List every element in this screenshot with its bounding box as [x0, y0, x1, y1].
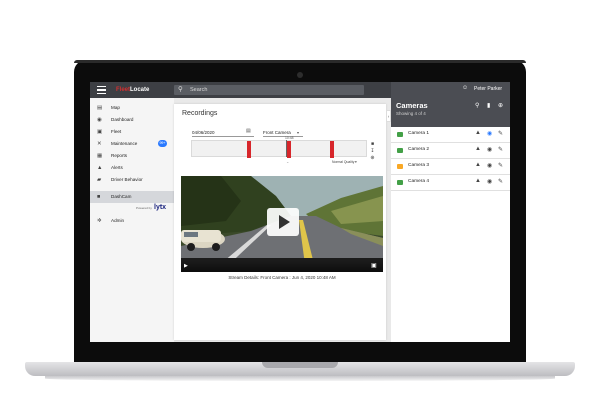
- cameras-header: ☺ Peter Parker Cameras Showing 4 of 4 ⚲ …: [391, 82, 510, 127]
- chevron-down-icon: ▾: [297, 130, 300, 135]
- video-camera-icon: [397, 164, 403, 169]
- video-camera-icon: [397, 180, 403, 185]
- zoom-icon[interactable]: ⊕: [370, 156, 375, 161]
- video-player[interactable]: ▶ ▣: [181, 176, 383, 272]
- stream-details: Stream Details: Front Camera : Jun 4, 20…: [228, 275, 336, 280]
- search-icon[interactable]: ⚲: [475, 102, 479, 109]
- sidebar: ▤ Map ◉ Dashboard ▣ Fleet ✕ Maintenance 99+ ▦…: [90, 98, 174, 342]
- reports-icon: ▦: [97, 153, 103, 159]
- bookmark-icon[interactable]: ▮: [487, 102, 490, 109]
- laptop-shadow: [45, 376, 555, 381]
- driver-behavior-icon: ▰: [97, 177, 102, 183]
- edit-icon[interactable]: ✎: [498, 162, 503, 169]
- laptop-notch: [262, 362, 338, 368]
- maintenance-icon: ✕: [97, 141, 102, 147]
- admin-icon: ✲: [97, 218, 102, 224]
- recording-marker[interactable]: [247, 141, 251, 158]
- sidebar-item-dashboard[interactable]: ◉ Dashboard: [90, 114, 174, 126]
- expand-timeline-icon[interactable]: ⌄: [286, 159, 289, 164]
- laptop-webcam: [297, 72, 303, 78]
- eye-icon[interactable]: ◉: [487, 162, 492, 169]
- cameras-title: Cameras: [396, 101, 428, 110]
- edit-icon[interactable]: ✎: [498, 178, 503, 185]
- hamburger-menu-icon[interactable]: [97, 86, 106, 94]
- search-icon: ⚲: [178, 86, 183, 93]
- recording-marker[interactable]: [287, 141, 291, 158]
- fleet-icon: ▣: [97, 129, 103, 135]
- recordings-title: Recordings: [182, 110, 218, 117]
- camera-row[interactable]: Camera 3 ▲ ◉ ✎: [391, 159, 510, 175]
- user-name[interactable]: Peter Parker: [474, 86, 502, 92]
- cameras-count: Showing 4 of 4: [396, 111, 426, 116]
- warning-icon[interactable]: ▲: [475, 146, 481, 152]
- edit-icon[interactable]: ✎: [498, 146, 503, 153]
- sidebar-item-map[interactable]: ▤ Map: [90, 102, 174, 114]
- warning-icon[interactable]: ▲: [475, 130, 481, 136]
- recordings-panel: Recordings 04/06/2020 ▤ Front Camera ▾ 1…: [174, 104, 386, 340]
- sidebar-item-dashcam[interactable]: ■ DashCam: [90, 191, 174, 203]
- search-bar[interactable]: ⚲ Search: [174, 85, 364, 95]
- camera-row[interactable]: Camera 1 ▲ ◉ ✎: [391, 127, 510, 143]
- edit-icon[interactable]: ✎: [498, 130, 503, 137]
- date-field[interactable]: 04/06/2020: [192, 129, 254, 137]
- sidebar-item-admin[interactable]: ✲ Admin: [90, 215, 174, 227]
- cameras-panel: ☺ Peter Parker Cameras Showing 4 of 4 ⚲ …: [391, 82, 510, 342]
- video-camera-icon: [397, 132, 403, 137]
- search-input[interactable]: Search: [190, 86, 207, 94]
- sidebar-item-reports[interactable]: ▦ Reports: [90, 150, 174, 162]
- sidebar-item-driver-behavior[interactable]: ▰ Driver Behavior: [90, 174, 174, 186]
- powered-by-label: Powered by: [136, 206, 152, 210]
- warning-icon[interactable]: ▲: [475, 162, 481, 168]
- dashcam-icon: ■: [97, 194, 101, 200]
- camera-row[interactable]: Camera 4 ▲ ◉ ✎: [391, 175, 510, 191]
- recording-marker[interactable]: [330, 141, 334, 158]
- dashboard-icon: ◉: [97, 117, 102, 123]
- play-icon: [279, 215, 290, 229]
- sidebar-item-fleet[interactable]: ▣ Fleet: [90, 126, 174, 138]
- laptop-lid-highlight: [74, 60, 526, 63]
- stop-icon[interactable]: ■: [370, 142, 375, 147]
- calendar-icon[interactable]: ▤: [246, 128, 251, 134]
- recording-timeline[interactable]: [191, 140, 367, 158]
- download-icon[interactable]: ↧: [370, 149, 375, 154]
- eye-icon[interactable]: ◉: [487, 130, 492, 137]
- video-controls-bar: [181, 261, 383, 272]
- lytx-logo: lytx: [154, 204, 167, 211]
- timeline-cursor: [286, 140, 287, 157]
- quality-chevron-icon: ▾: [355, 160, 357, 164]
- user-icon[interactable]: ☺: [462, 85, 468, 91]
- camera-row[interactable]: Camera 2 ▲ ◉ ✎: [391, 143, 510, 159]
- quality-select[interactable]: Normal Quality: [332, 160, 354, 164]
- play-button[interactable]: [267, 208, 299, 236]
- timeline-time-label: 10:48: [285, 136, 294, 140]
- fullscreen-icon[interactable]: ▣: [371, 262, 377, 269]
- eye-icon[interactable]: ◉: [487, 178, 492, 185]
- sidebar-item-alerts[interactable]: ▲ Alerts: [90, 162, 174, 174]
- warning-icon[interactable]: ▲: [475, 178, 481, 184]
- app-logo: FleetLocate: [116, 87, 150, 93]
- video-play-icon[interactable]: ▶: [184, 263, 188, 269]
- sidebar-item-maintenance[interactable]: ✕ Maintenance 99+: [90, 138, 174, 150]
- add-icon[interactable]: ⊕: [498, 102, 503, 109]
- maintenance-badge: 99+: [158, 140, 167, 147]
- video-camera-icon: [397, 148, 403, 153]
- app-screen: FleetLocate ⚲ Search ▤ Map ◉ Dashboard ▣ Fl…: [90, 82, 510, 342]
- eye-icon[interactable]: ◉: [487, 146, 492, 153]
- map-icon: ▤: [97, 105, 103, 111]
- alerts-icon: ▲: [97, 165, 103, 171]
